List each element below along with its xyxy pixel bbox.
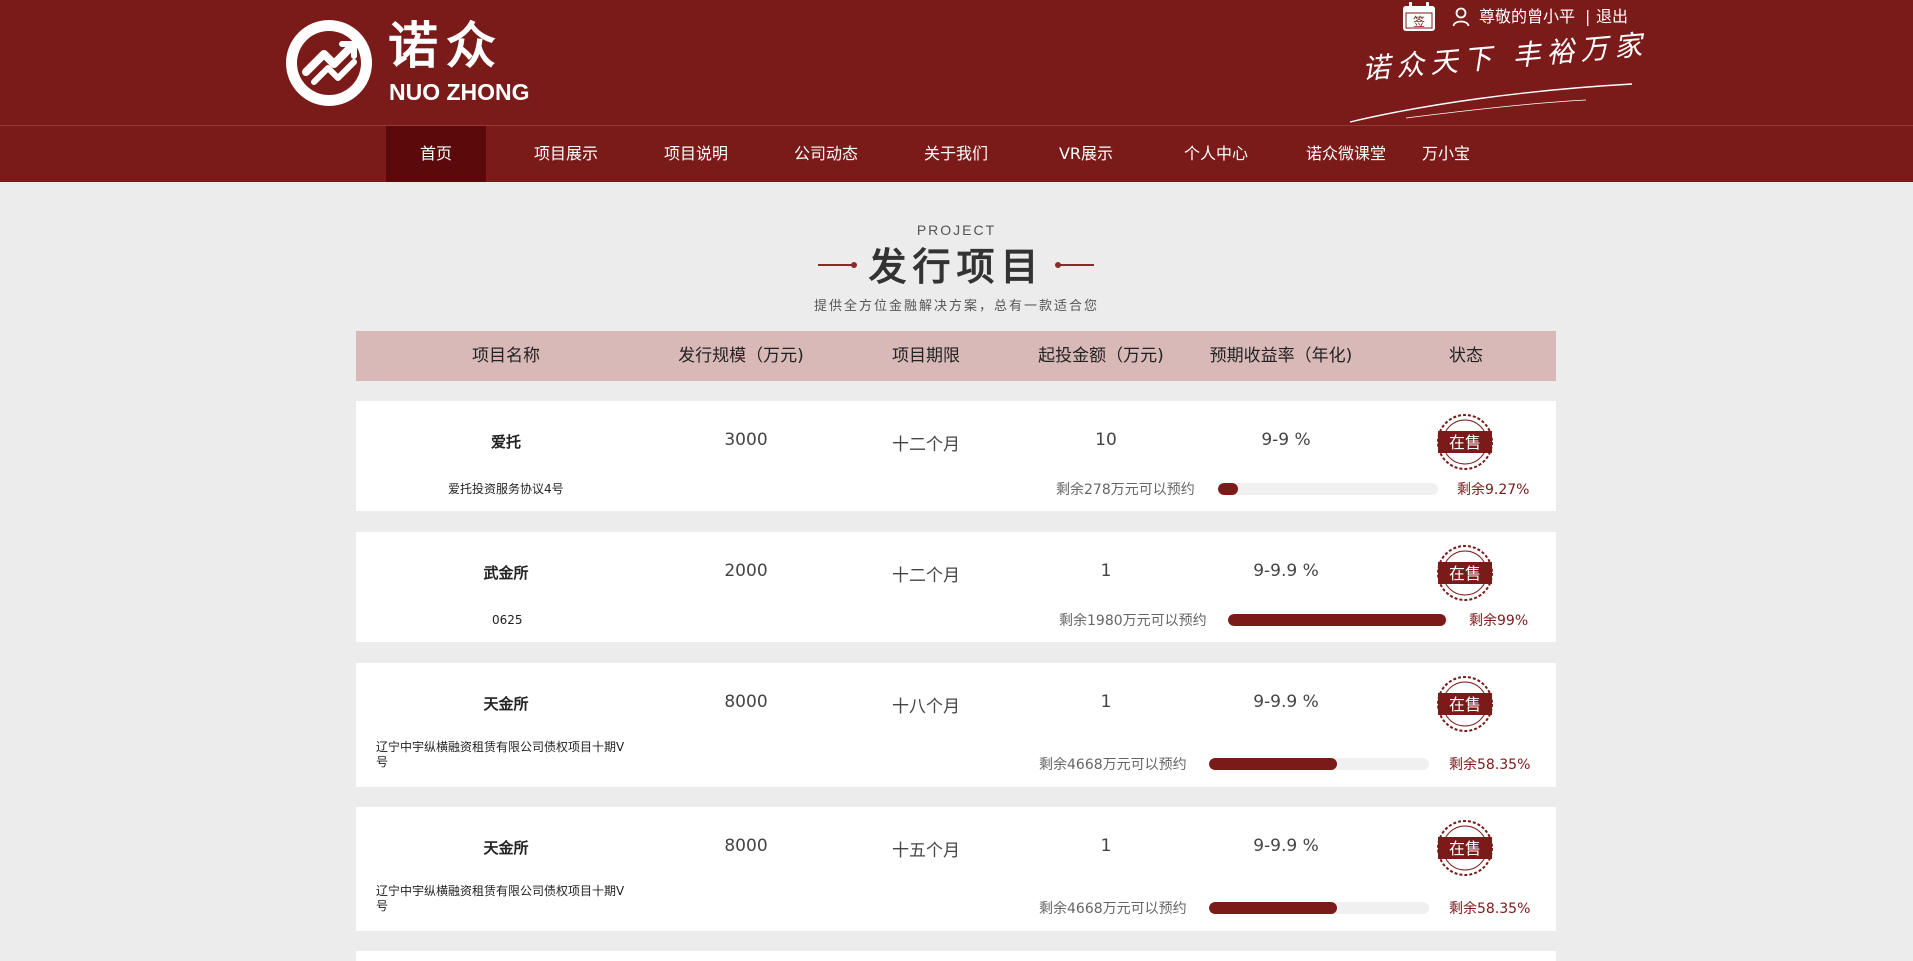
table-row[interactable]: 武金所 2000 十二个月 1 9-9.9 % 在售 0625 剩余1980万元… bbox=[356, 532, 1556, 642]
remaining-percent: 剩余9.27% bbox=[1457, 482, 1530, 498]
progress-bar bbox=[1209, 758, 1429, 770]
project-desc: 辽宁中宇纵横融资租赁有限公司债权项目十期Ⅴ号 bbox=[376, 884, 625, 913]
sign-in-calendar-icon[interactable]: 签 bbox=[1401, 2, 1437, 32]
min-invest: 10 bbox=[1095, 430, 1117, 450]
on-sale-stamp-icon[interactable]: 在售 bbox=[1436, 675, 1494, 733]
nav-item-about[interactable]: 关于我们 bbox=[906, 126, 1006, 182]
remaining-amount: 剩余278万元可以预约 bbox=[1056, 482, 1195, 498]
expected-rate: 9-9 % bbox=[1261, 430, 1311, 450]
remaining-percent: 剩余58.35% bbox=[1449, 901, 1531, 917]
brand-name-en: NUO ZHONG bbox=[389, 79, 530, 105]
expected-rate: 9-9.9 % bbox=[1253, 836, 1319, 856]
remaining-amount: 剩余1980万元可以预约 bbox=[1059, 613, 1207, 629]
nav-item-classroom[interactable]: 诺众微课堂 bbox=[1296, 126, 1396, 182]
brand-name-cn: 诺众 bbox=[388, 17, 504, 75]
calendar-label: 签 bbox=[1413, 14, 1425, 29]
status-label: 在售 bbox=[1449, 564, 1481, 583]
remaining-amount: 剩余4668万元可以预约 bbox=[1039, 757, 1187, 773]
table-row[interactable]: 天金所 8000 十八个月 1 9-9.9 % 在售 辽宁中宇纵横融资租赁有限公… bbox=[356, 663, 1556, 787]
issue-scale: 2000 bbox=[724, 561, 768, 581]
user-name-link[interactable]: 尊敬的曾小平 bbox=[1479, 5, 1575, 29]
progress-bar bbox=[1218, 483, 1438, 495]
nav-item-projects[interactable]: 项目展示 bbox=[516, 126, 616, 182]
table-header: 项目名称 发行规模（万元) 项目期限 起投金额（万元) 预期收益率（年化) 状态 bbox=[356, 331, 1556, 381]
nav-item-vr[interactable]: VR展示 bbox=[1036, 126, 1136, 182]
slogan: 诺众天下 丰裕万家 bbox=[1360, 28, 1650, 86]
issue-scale: 3000 bbox=[724, 430, 768, 450]
expected-rate: 9-9.9 % bbox=[1253, 692, 1319, 712]
project-name[interactable]: 天金所 bbox=[483, 837, 528, 858]
title-deco-line-right bbox=[1056, 264, 1094, 266]
min-invest: 1 bbox=[1100, 561, 1112, 581]
project-desc: 0625 bbox=[492, 613, 523, 627]
section-title: 发行项目 bbox=[868, 245, 1045, 289]
status-label: 在售 bbox=[1449, 433, 1481, 452]
header-separator: | bbox=[1585, 7, 1591, 26]
table-row[interactable] bbox=[356, 951, 1556, 961]
project-term: 十八个月 bbox=[892, 697, 960, 717]
project-term: 十二个月 bbox=[892, 566, 960, 586]
issue-scale: 8000 bbox=[724, 692, 768, 712]
main-nav: 首页 项目展示 项目说明 公司动态 关于我们 VR展示 个人中心 诺众微课堂 万… bbox=[0, 126, 1913, 182]
progress-fill bbox=[1209, 758, 1338, 770]
progress-fill bbox=[1228, 614, 1446, 626]
expected-rate: 9-9.9 % bbox=[1253, 561, 1319, 581]
progress-fill bbox=[1209, 902, 1338, 914]
project-term: 十二个月 bbox=[892, 435, 960, 455]
nuozhong-logo-icon[interactable] bbox=[284, 18, 374, 108]
col-header-status: 状态 bbox=[1449, 346, 1483, 366]
project-desc: 辽宁中宇纵横融资租赁有限公司债权项目十期Ⅴ号 bbox=[376, 740, 625, 769]
status-label: 在售 bbox=[1449, 839, 1481, 858]
nav-item-home[interactable]: 首页 bbox=[386, 126, 486, 182]
nav-item-personal-center[interactable]: 个人中心 bbox=[1166, 126, 1266, 182]
table-row[interactable]: 爱托 3000 十二个月 10 9-9 % 在售 爱托投资服务协议4号 剩余27… bbox=[356, 401, 1556, 511]
col-header-term: 项目期限 bbox=[892, 346, 960, 366]
user-icon bbox=[1452, 7, 1470, 27]
col-header-scale: 发行规模（万元) bbox=[678, 346, 804, 366]
remaining-percent: 剩余58.35% bbox=[1449, 757, 1531, 773]
section-label-en: PROJECT bbox=[916, 222, 997, 238]
section-subtitle: 提供全方位金融解决方案，总有一款适合您 bbox=[813, 299, 1099, 314]
nav-item-news[interactable]: 公司动态 bbox=[776, 126, 876, 182]
col-header-min-invest: 起投金额（万元) bbox=[1038, 346, 1164, 366]
remaining-percent: 剩余99% bbox=[1469, 613, 1529, 629]
status-label: 在售 bbox=[1449, 695, 1481, 714]
min-invest: 1 bbox=[1100, 692, 1112, 712]
nav-item-project-info[interactable]: 项目说明 bbox=[646, 126, 746, 182]
progress-fill bbox=[1218, 483, 1239, 495]
progress-bar bbox=[1228, 614, 1448, 626]
project-name[interactable]: 爱托 bbox=[491, 431, 521, 452]
project-name[interactable]: 武金所 bbox=[483, 562, 528, 583]
issue-scale: 8000 bbox=[724, 836, 768, 856]
project-term: 十五个月 bbox=[892, 841, 960, 861]
min-invest: 1 bbox=[1100, 836, 1112, 856]
nav-item-wanxiaobao[interactable]: 万小宝 bbox=[1396, 126, 1496, 182]
on-sale-stamp-icon[interactable]: 在售 bbox=[1436, 544, 1494, 602]
on-sale-stamp-icon[interactable]: 在售 bbox=[1436, 413, 1494, 471]
top-header: 诺众 NUO ZHONG 签 尊敬的曾小平 | 退出 诺众天下 丰裕万家 bbox=[0, 0, 1913, 126]
on-sale-stamp-icon[interactable]: 在售 bbox=[1436, 819, 1494, 877]
remaining-amount: 剩余4668万元可以预约 bbox=[1039, 901, 1187, 917]
col-header-name: 项目名称 bbox=[472, 346, 540, 366]
table-row[interactable]: 天金所 8000 十五个月 1 9-9.9 % 在售 辽宁中宇纵横融资租赁有限公… bbox=[356, 807, 1556, 931]
slogan-swoosh-decoration bbox=[1349, 83, 1633, 123]
progress-bar bbox=[1209, 902, 1429, 914]
project-desc: 爱托投资服务协议4号 bbox=[448, 482, 564, 496]
col-header-rate: 预期收益率（年化) bbox=[1209, 346, 1353, 366]
project-name[interactable]: 天金所 bbox=[483, 693, 528, 714]
